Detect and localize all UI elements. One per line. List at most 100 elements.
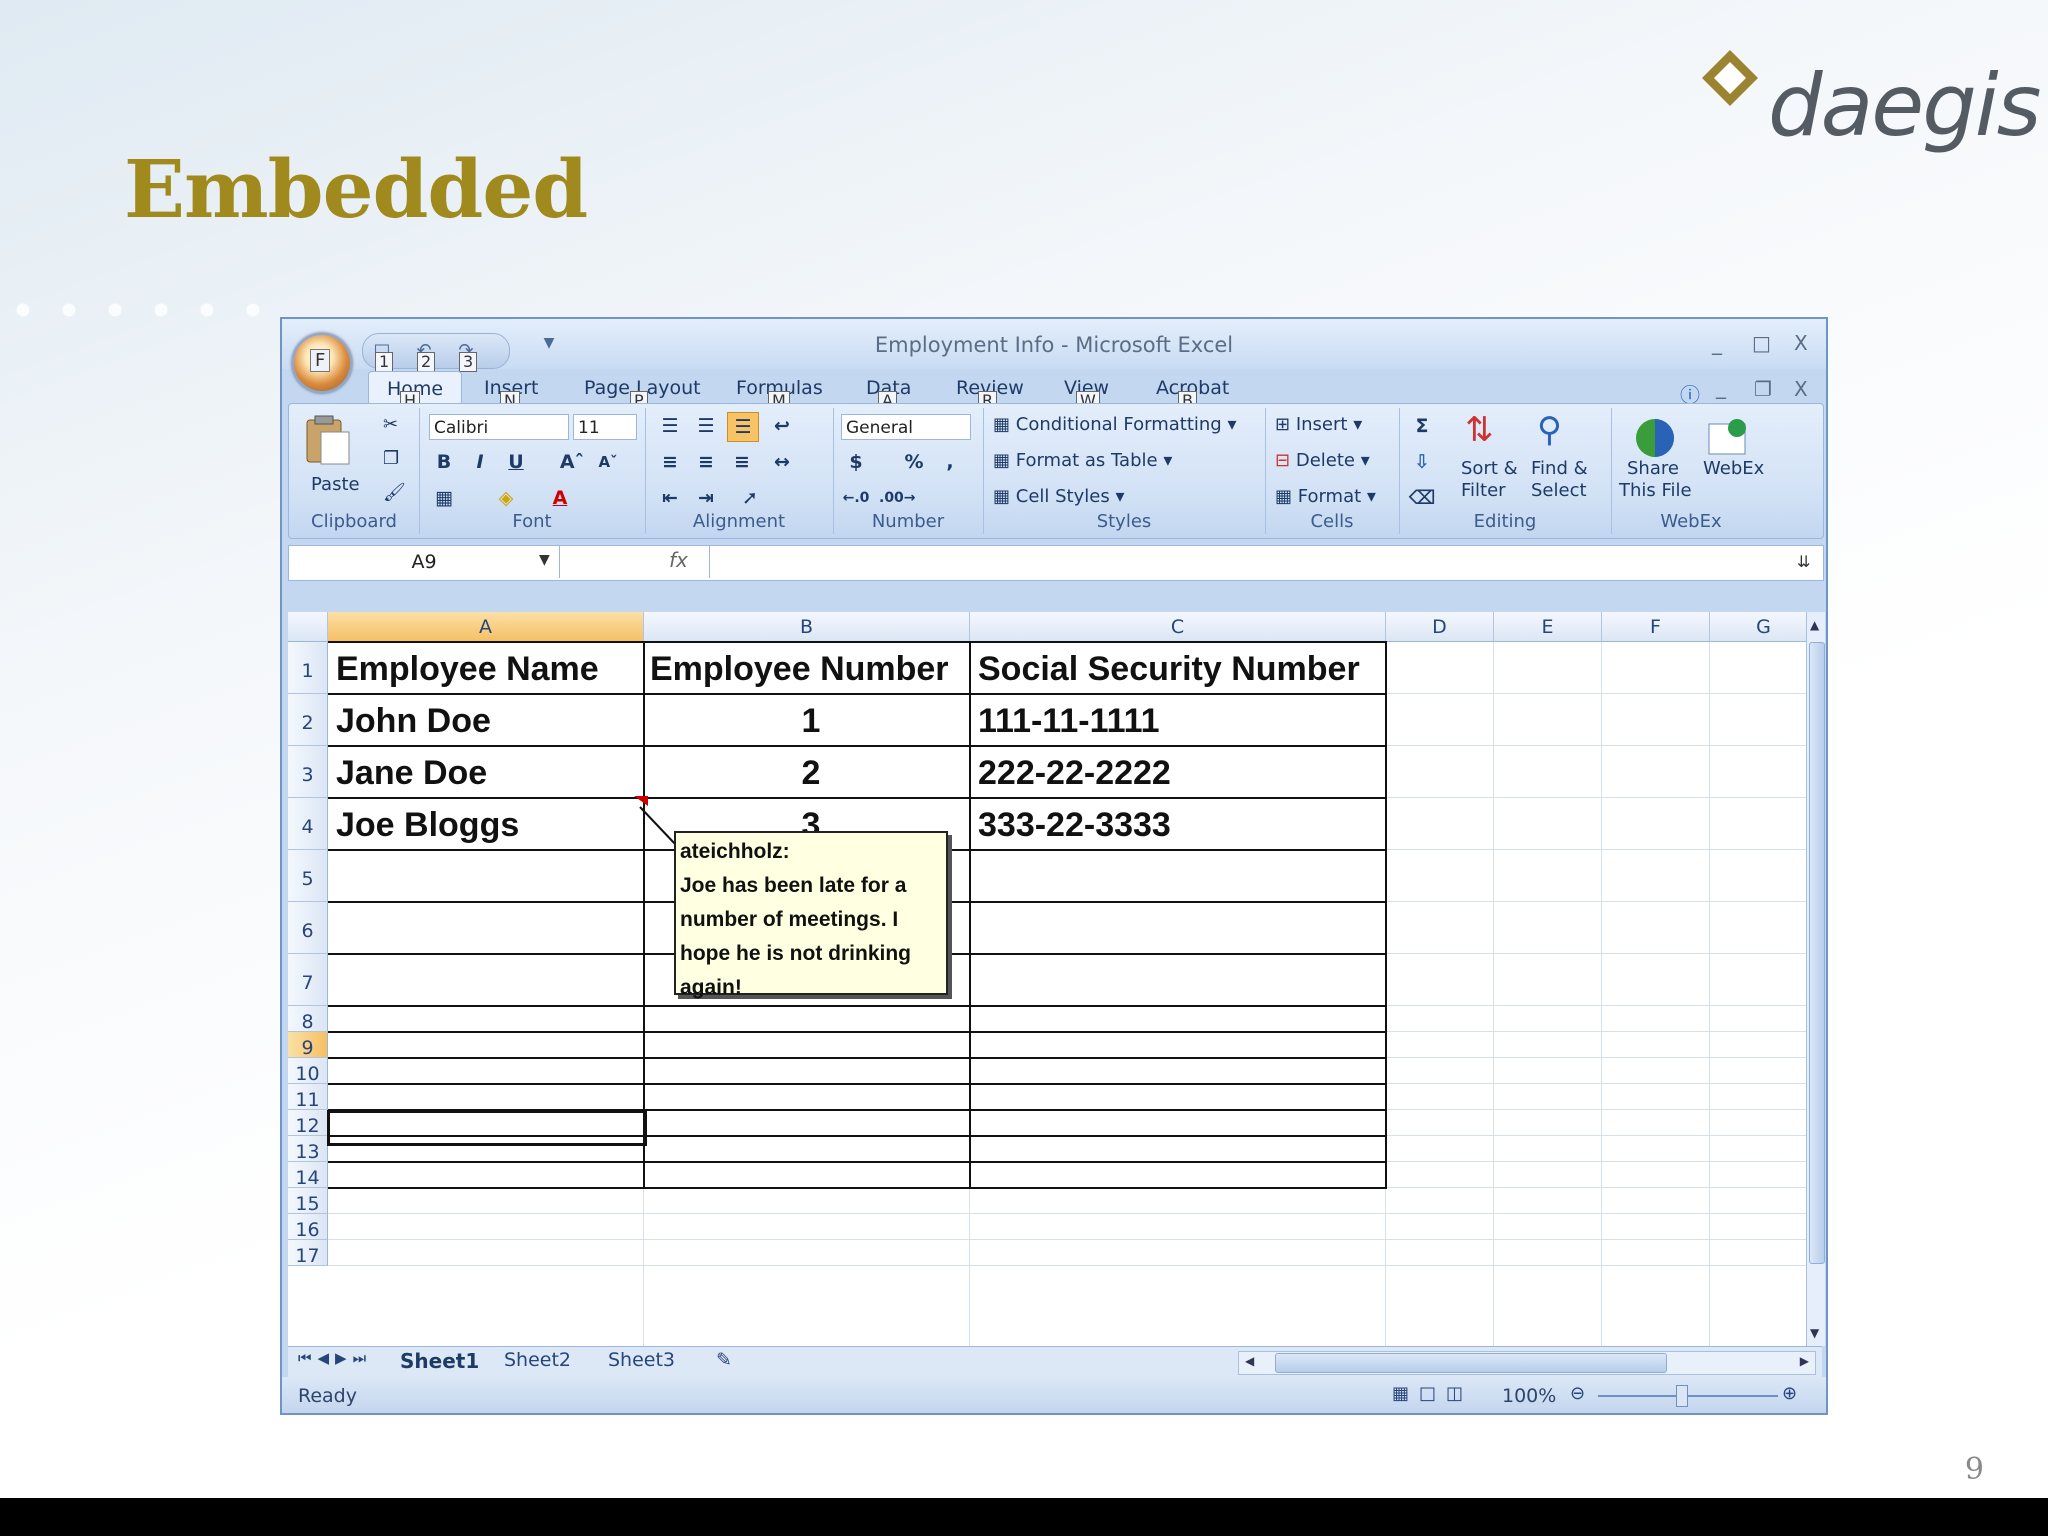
paste-button[interactable] (303, 414, 351, 466)
row-header[interactable]: 17 (288, 1240, 328, 1267)
font-size-select[interactable]: 11 (573, 414, 637, 440)
paste-label[interactable]: Paste (311, 474, 360, 495)
number-format-select[interactable]: General (841, 414, 971, 440)
scroll-down-icon[interactable]: ▼ (1810, 1326, 1819, 1340)
select-label[interactable]: Select (1531, 480, 1587, 501)
filter-label[interactable]: Filter (1461, 480, 1506, 501)
row-header[interactable]: 11 (288, 1084, 328, 1111)
workbook-close-button[interactable]: X (1794, 377, 1808, 401)
name-box-dropdown-icon[interactable]: ▼ (539, 552, 550, 568)
fill-color-icon[interactable]: ◈ (491, 484, 521, 512)
underline-button[interactable]: U (501, 448, 531, 476)
row-header[interactable]: 4 (288, 798, 328, 850)
sort-label[interactable]: Sort & (1461, 458, 1518, 479)
row-header[interactable]: 7 (288, 954, 328, 1006)
share-label-1[interactable]: Share (1627, 458, 1679, 479)
vertical-scroll-thumb[interactable] (1809, 642, 1825, 1264)
copy-icon[interactable]: ❐ (383, 448, 399, 469)
row-header[interactable]: 15 (288, 1188, 328, 1215)
shrink-font-icon[interactable]: Aˇ (593, 448, 623, 476)
currency-button[interactable]: $ (841, 448, 871, 476)
active-cell-a9[interactable] (327, 1110, 647, 1146)
increase-decimal-icon[interactable]: ←.0 (841, 484, 871, 512)
row-header[interactable]: 9 (288, 1032, 328, 1059)
close-button[interactable]: X (1794, 331, 1808, 355)
column-header-c[interactable]: C (970, 612, 1386, 642)
scroll-right-icon[interactable]: ▶ (1800, 1354, 1809, 1368)
font-color-icon[interactable]: A (545, 484, 575, 512)
scroll-left-icon[interactable]: ◀ (1245, 1354, 1254, 1368)
minimize-button[interactable]: _ (1712, 331, 1722, 355)
zoom-out-icon[interactable]: ⊖ (1570, 1383, 1585, 1404)
merge-center-icon[interactable]: ↔ (767, 448, 797, 476)
workbook-restore-button[interactable]: ❐ (1754, 377, 1772, 401)
webex-icon[interactable] (1705, 416, 1749, 460)
sheet-tab-sheet2[interactable]: Sheet2 (504, 1349, 571, 1371)
row-header[interactable]: 5 (288, 850, 328, 902)
row-header[interactable]: 14 (288, 1162, 328, 1189)
cell-styles-button[interactable]: ▦ Cell Styles ▾ (993, 486, 1124, 507)
maximize-button[interactable]: □ (1752, 331, 1771, 355)
conditional-formatting-button[interactable]: ▦ Conditional Formatting ▾ (993, 414, 1237, 435)
clear-icon[interactable]: ⌫ (1407, 484, 1437, 512)
workbook-minimize-button[interactable]: _ (1716, 375, 1726, 399)
autosum-button[interactable]: Σ (1407, 412, 1437, 440)
cell-c2[interactable]: 111-11-1111 (972, 696, 1386, 746)
row-header[interactable]: 10 (288, 1058, 328, 1085)
italic-button[interactable]: I (465, 448, 495, 476)
insert-cells-button[interactable]: ⊞ Insert ▾ (1275, 414, 1362, 435)
row-header[interactable]: 16 (288, 1214, 328, 1241)
name-box[interactable]: A9 (289, 546, 560, 578)
column-header-g[interactable]: G (1710, 612, 1806, 642)
grow-font-icon[interactable]: Aˆ (557, 448, 587, 476)
cut-icon[interactable]: ✂ (383, 414, 398, 435)
cell-a3[interactable]: Jane Doe (330, 748, 644, 798)
cell-b2[interactable]: 1 (646, 696, 970, 746)
select-all-corner[interactable] (288, 612, 328, 642)
format-painter-icon[interactable]: 🖌 (383, 482, 406, 503)
orientation-icon[interactable]: ➚ (735, 484, 765, 512)
row-header[interactable]: 12 (288, 1110, 328, 1137)
align-left-icon[interactable]: ≡ (655, 448, 685, 476)
cell-b1[interactable]: Employee Number (646, 644, 970, 694)
binoculars-icon[interactable]: ⚲ (1537, 410, 1562, 450)
font-family-select[interactable]: Calibri (429, 414, 569, 440)
column-header-d[interactable]: D (1386, 612, 1494, 642)
cell-a1[interactable]: Employee Name (330, 644, 644, 694)
row-header[interactable]: 3 (288, 746, 328, 798)
borders-icon[interactable]: ▦ (429, 484, 459, 512)
share-globe-icon[interactable] (1633, 416, 1677, 460)
insert-sheet-icon[interactable]: ✎ (716, 1349, 732, 1371)
cell-a4[interactable]: Joe Bloggs (330, 800, 644, 850)
row-header[interactable]: 2 (288, 694, 328, 746)
fill-icon[interactable]: ⇩ (1407, 448, 1437, 476)
zoom-slider-thumb[interactable] (1676, 1385, 1688, 1407)
zoom-level[interactable]: 100% (1502, 1385, 1556, 1407)
row-header[interactable]: 13 (288, 1136, 328, 1163)
sheet-tab-sheet3[interactable]: Sheet3 (608, 1349, 675, 1371)
column-header-a[interactable]: A (328, 612, 644, 642)
percent-button[interactable]: % (899, 448, 929, 476)
insert-function-button[interactable]: fx (669, 548, 688, 572)
column-header-b[interactable]: B (644, 612, 970, 642)
row-header[interactable]: 8 (288, 1006, 328, 1033)
align-right-icon[interactable]: ≡ (727, 448, 757, 476)
horizontal-scroll-thumb[interactable] (1275, 1353, 1667, 1373)
sheet-nav-icon[interactable]: ⏮◀▶⏭ (298, 1349, 372, 1367)
worksheet-grid[interactable]: A B C D E F G 1 2 3 4 5 6 7 8 9 10 11 12 13 14 15 16 17 … (288, 612, 1806, 1346)
sheet-tab-sheet1[interactable]: Sheet1 (400, 1349, 479, 1373)
align-bottom-icon[interactable]: ☰ (727, 412, 759, 442)
view-buttons[interactable]: ▦□◫ (1392, 1383, 1473, 1404)
bold-button[interactable]: B (429, 448, 459, 476)
decrease-decimal-icon[interactable]: .00→ (879, 484, 916, 512)
align-middle-icon[interactable]: ☰ (691, 412, 721, 440)
comma-button[interactable]: , (935, 448, 965, 476)
row-header[interactable]: 6 (288, 902, 328, 954)
format-cells-button[interactable]: ▦ Format ▾ (1275, 486, 1376, 507)
zoom-slider[interactable] (1598, 1395, 1778, 1397)
wrap-text-icon[interactable]: ↩ (767, 412, 797, 440)
horizontal-scrollbar[interactable]: ◀ ▶ (1238, 1351, 1816, 1375)
cell-a2[interactable]: John Doe (330, 696, 644, 746)
cell-c4[interactable]: 333-22-3333 (972, 800, 1386, 850)
scroll-up-icon[interactable]: ▲ (1810, 618, 1819, 632)
